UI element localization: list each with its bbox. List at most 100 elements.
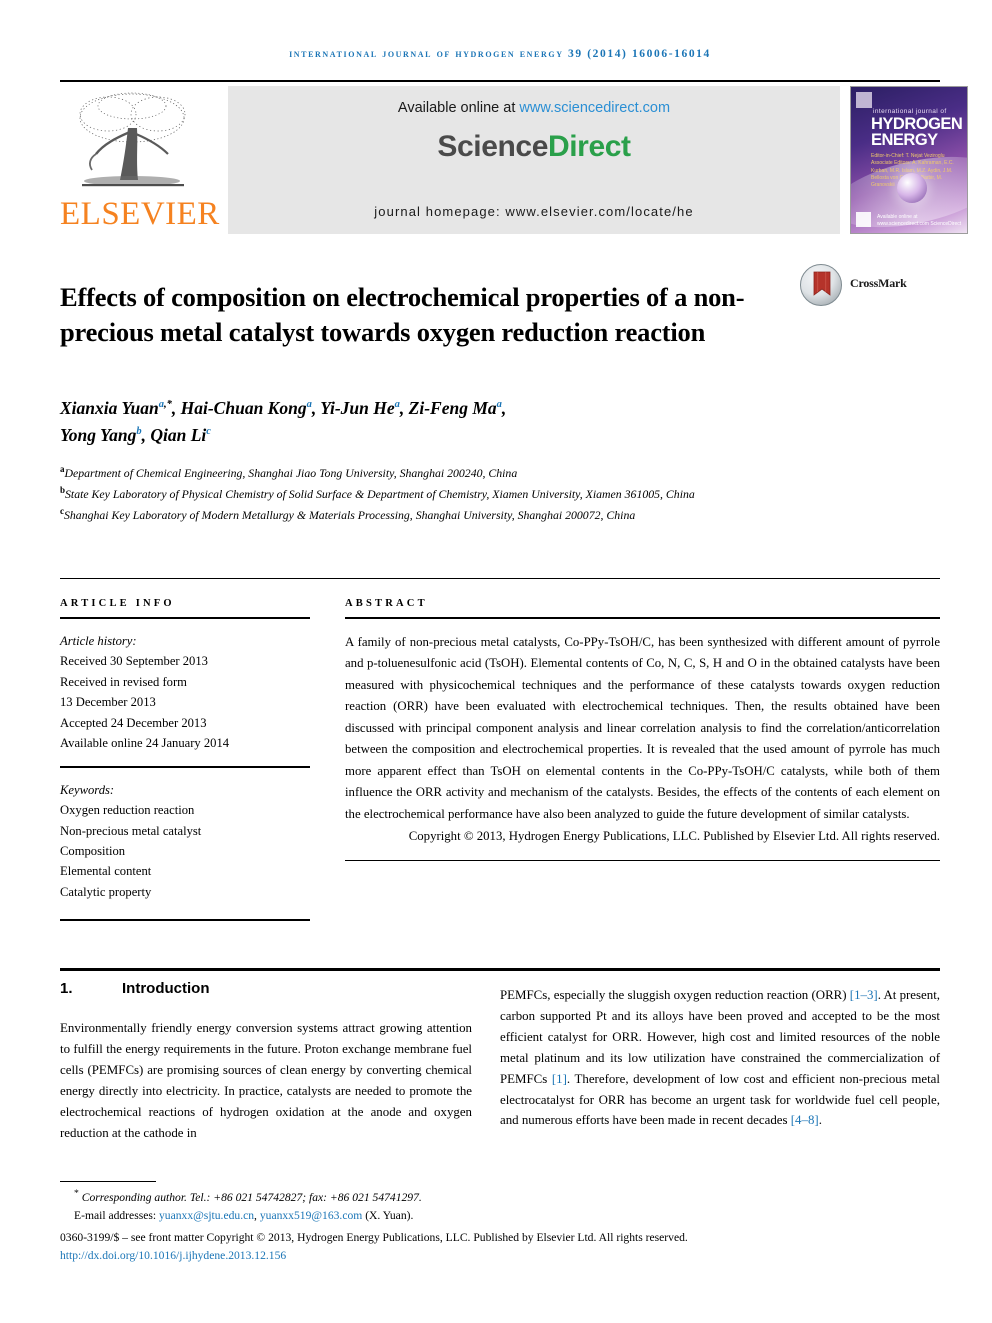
affiliation-text: Shanghai Key Laboratory of Modern Metall… bbox=[64, 507, 636, 522]
affiliation-list: aDepartment of Chemical Engineering, Sha… bbox=[60, 462, 800, 525]
crossmark-label: CrossMark bbox=[850, 276, 907, 290]
author-item: Hai-Chuan Konga bbox=[181, 398, 312, 418]
author-name: Xianxia Yuan bbox=[60, 398, 159, 418]
email-label: E-mail addresses: bbox=[74, 1209, 159, 1223]
corresponding-author-note: * Corresponding author. Tel.: +86 021 54… bbox=[74, 1188, 422, 1204]
available-online-prefix: Available online at bbox=[397, 100, 520, 116]
section-heading-introduction: 1. Introduction bbox=[60, 980, 209, 997]
article-history-item: Received in revised form bbox=[60, 674, 187, 689]
section-divider-rule bbox=[60, 578, 940, 579]
article-history-item: Received 30 September 2013 bbox=[60, 654, 208, 669]
cover-elsevier-mark-icon bbox=[856, 92, 872, 108]
affiliation-item: bState Key Laboratory of Physical Chemis… bbox=[60, 483, 800, 504]
author-corresponding-mark: ,* bbox=[164, 399, 172, 411]
email-link-2[interactable]: yuanxx519@163.com bbox=[260, 1209, 362, 1222]
email-suffix: (X. Yuan). bbox=[362, 1209, 414, 1223]
author-separator: , bbox=[501, 398, 507, 418]
abstract-heading: ABSTRACT bbox=[345, 598, 428, 609]
body-column-right: PEMFCs, especially the sluggish oxygen r… bbox=[500, 985, 940, 1131]
article-history-item: 13 December 2013 bbox=[60, 695, 156, 710]
section-number: 1. bbox=[60, 980, 73, 997]
author-item: Xianxia Yuana,* bbox=[60, 398, 172, 418]
elsevier-wordmark: ELSEVIER bbox=[60, 196, 220, 232]
abstract-column: ABSTRACT A family of non-precious metal … bbox=[345, 598, 940, 862]
page-title: Effects of composition on electrochemica… bbox=[60, 281, 745, 347]
intro-paragraph-left: Environmentally friendly energy conversi… bbox=[60, 1021, 472, 1140]
corresponding-star-icon: * bbox=[74, 1188, 79, 1199]
affiliation-item: cShanghai Key Laboratory of Modern Metal… bbox=[60, 504, 800, 525]
article-page: International Journal of Hydrogen Energy… bbox=[0, 0, 992, 1323]
intro-paragraph-right: PEMFCs, especially the sluggish oxygen r… bbox=[500, 985, 940, 1131]
crossmark-badge[interactable]: CrossMark bbox=[800, 264, 940, 312]
cover-orb-decoration bbox=[897, 173, 927, 203]
elsevier-logo: ELSEVIER bbox=[60, 86, 220, 236]
intro-right-seg4: . bbox=[818, 1113, 822, 1128]
author-list: Xianxia Yuana,*, Hai-Chuan Konga, Yi-Jun… bbox=[60, 395, 760, 449]
cover-bottom-text: Available online at www.sciencedirect.co… bbox=[877, 214, 962, 227]
keywords-block: Keywords: Oxygen reduction reaction Non-… bbox=[60, 780, 310, 902]
issn-copyright-line: 0360-3199/$ – see front matter Copyright… bbox=[60, 1231, 688, 1244]
sciencedirect-logo-direct: Direct bbox=[547, 130, 631, 163]
affiliation-item: aDepartment of Chemical Engineering, Sha… bbox=[60, 462, 800, 483]
author-name: Yi-Jun He bbox=[320, 398, 395, 418]
citation-ref-4-8[interactable]: [4–8] bbox=[791, 1113, 819, 1127]
sciencedirect-url-link[interactable]: www.sciencedirect.com bbox=[519, 100, 670, 116]
article-history-item: Available online 24 January 2014 bbox=[60, 735, 230, 750]
author-affil-mark: c bbox=[206, 426, 211, 438]
article-info-separator-rule bbox=[60, 766, 310, 768]
available-online-line: Available online at www.sciencedirect.co… bbox=[228, 100, 840, 116]
affiliation-text: Department of Chemical Engineering, Shan… bbox=[64, 465, 518, 480]
journal-homepage-line[interactable]: journal homepage: www.elsevier.com/locat… bbox=[228, 204, 840, 219]
author-item: Yi-Jun Hea bbox=[320, 398, 400, 418]
cover-bottom-logo-icon bbox=[856, 212, 871, 227]
article-history-block: Article history: Received 30 September 2… bbox=[60, 631, 310, 753]
affiliation-text: State Key Laboratory of Physical Chemist… bbox=[65, 486, 695, 501]
cover-kicker: international journal of bbox=[873, 108, 947, 115]
author-separator: , bbox=[171, 398, 181, 418]
article-history-item: Accepted 24 December 2013 bbox=[60, 715, 207, 730]
author-name: Qian Li bbox=[150, 425, 207, 446]
footnote-rule bbox=[60, 1181, 156, 1183]
author-separator: , bbox=[311, 398, 321, 418]
author-item: Qian Lic bbox=[150, 425, 211, 445]
author-item: Zi-Feng Maa bbox=[409, 398, 502, 418]
author-name: Hai-Chuan Kong bbox=[180, 398, 307, 418]
keyword-item: Oxygen reduction reaction bbox=[60, 803, 195, 818]
author-separator: , bbox=[399, 398, 409, 418]
author-name: Yong Yang bbox=[60, 425, 137, 446]
header-rule bbox=[60, 80, 940, 82]
cover-title: HYDROGEN ENERGY bbox=[871, 116, 964, 148]
email-link-1[interactable]: yuanxx@sjtu.edu.cn bbox=[159, 1209, 254, 1222]
intro-right-seg3: . Therefore, development of low cost and… bbox=[500, 1071, 940, 1128]
citation-ref-1[interactable]: [1] bbox=[552, 1072, 567, 1086]
article-info-heading-rule bbox=[60, 617, 310, 619]
keywords-label: Keywords: bbox=[60, 782, 115, 797]
article-history-label: Article history: bbox=[60, 634, 137, 648]
keyword-item: Non-precious metal catalyst bbox=[60, 823, 202, 838]
body-top-rule bbox=[60, 968, 940, 971]
citation-ref-1-3[interactable]: [1–3] bbox=[850, 988, 878, 1002]
abstract-heading-rule bbox=[345, 617, 940, 619]
author-name: Zi-Feng Ma bbox=[408, 398, 497, 418]
footnote-block: * Corresponding author. Tel.: +86 021 54… bbox=[60, 1186, 940, 1225]
keyword-item: Elemental content bbox=[60, 864, 152, 879]
sciencedirect-band: Available online at www.sciencedirect.co… bbox=[228, 86, 840, 234]
keyword-item: Composition bbox=[60, 844, 126, 859]
keyword-item: Catalytic property bbox=[60, 884, 152, 899]
sciencedirect-logo[interactable]: ScienceDirect bbox=[228, 130, 840, 164]
body-column-left: Environmentally friendly energy conversi… bbox=[60, 1018, 472, 1143]
abstract-text: A family of non-precious metal catalysts… bbox=[345, 635, 940, 821]
intro-right-seg1: PEMFCs, especially the sluggish oxygen r… bbox=[500, 988, 850, 1002]
doi-link[interactable]: http://dx.doi.org/10.1016/j.ijhydene.201… bbox=[60, 1247, 940, 1265]
masthead: ELSEVIER Available online at www.science… bbox=[60, 86, 968, 236]
journal-cover-thumbnail: international journal of HYDROGEN ENERGY… bbox=[850, 86, 968, 234]
author-item: Yong Yangb bbox=[60, 425, 142, 445]
email-note: E-mail addresses: yuanxx@sjtu.edu.cn, yu… bbox=[60, 1207, 940, 1225]
section-title: Introduction bbox=[122, 980, 210, 997]
article-info-heading: ARTICLE INFO bbox=[60, 598, 175, 609]
elsevier-tree-icon bbox=[79, 92, 186, 187]
running-head: International Journal of Hydrogen Energy… bbox=[289, 48, 711, 60]
crossmark-icon bbox=[800, 264, 842, 306]
abstract-bottom-rule bbox=[345, 859, 940, 862]
sciencedirect-logo-science: Science bbox=[437, 130, 548, 163]
